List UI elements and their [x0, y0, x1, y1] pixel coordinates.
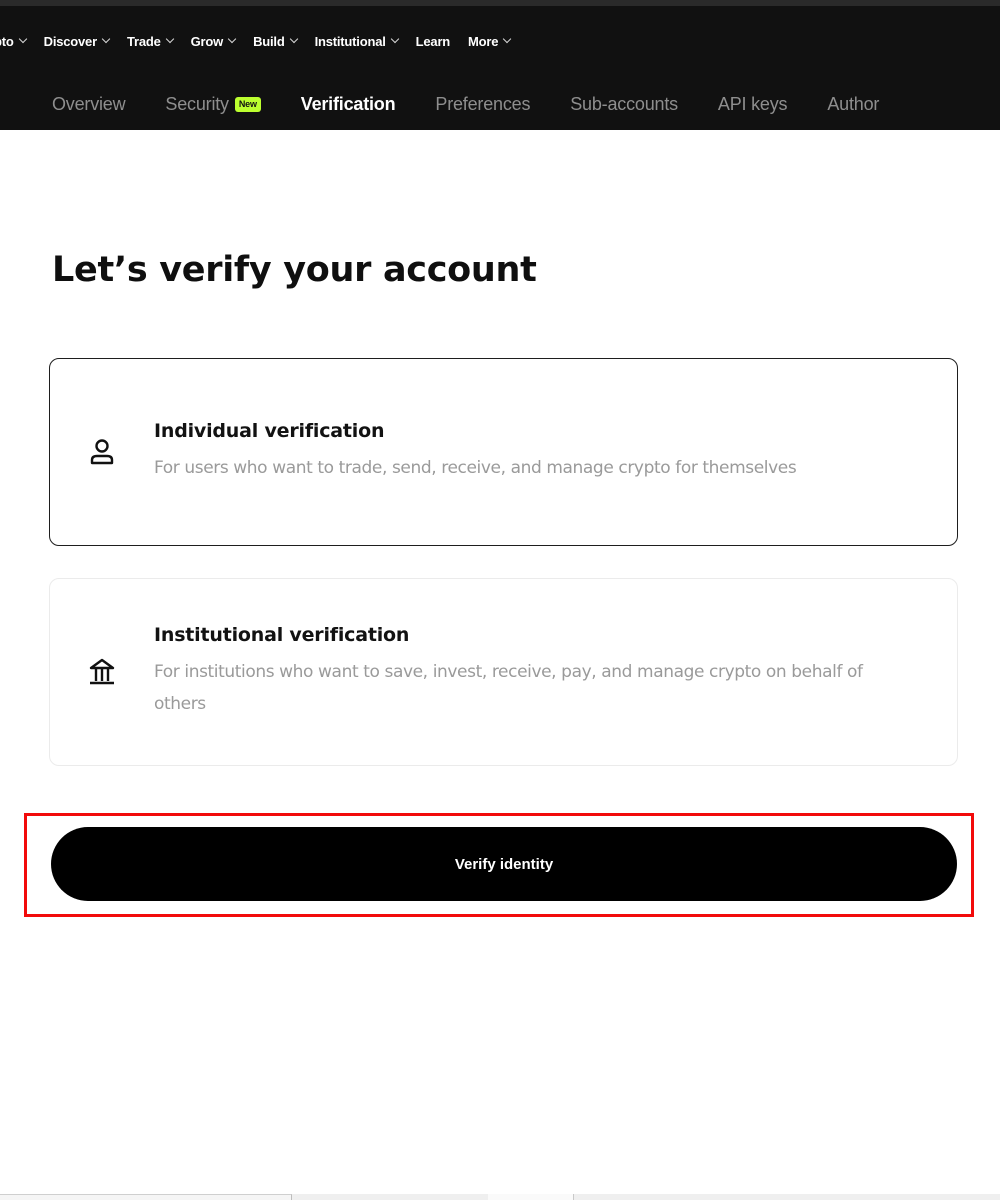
top-bar: pto Discover Trade Grow Build Institutio…	[0, 0, 1000, 130]
nav-item-grow[interactable]: Grow	[190, 33, 237, 49]
nav-item-label: Grow	[190, 33, 224, 49]
institutional-verification-option[interactable]: Institutional verification For instituti…	[49, 578, 958, 766]
tab-authorizations[interactable]: Author	[827, 94, 879, 115]
nav-item-trade[interactable]: Trade	[126, 33, 174, 49]
horizontal-scrollbar[interactable]	[0, 1194, 1000, 1200]
tab-verification[interactable]: Verification	[301, 94, 396, 115]
chevron-down-icon	[503, 34, 512, 44]
nav-item-build[interactable]: Build	[253, 33, 298, 49]
chevron-down-icon	[390, 34, 399, 44]
verify-identity-button[interactable]: Verify identity	[51, 827, 957, 901]
tab-sub-accounts[interactable]: Sub-accounts	[570, 94, 678, 115]
nav-item-learn[interactable]: Learn	[415, 33, 451, 49]
main-nav: pto Discover Trade Grow Build Institutio…	[0, 26, 528, 56]
tab-label: Security	[165, 93, 229, 114]
option-title: Individual verification	[154, 420, 385, 442]
new-badge: New	[234, 96, 261, 112]
person-icon	[86, 436, 118, 468]
scrollbar-thumb[interactable]	[488, 1194, 574, 1200]
nav-item-label: Trade	[126, 33, 161, 49]
option-description: For institutions who want to save, inves…	[154, 662, 863, 714]
option-description: For users who want to trade, send, recei…	[154, 458, 797, 478]
nav-item-discover[interactable]: Discover	[43, 33, 111, 49]
nav-item-label: Institutional	[314, 33, 386, 49]
nav-item-label: More	[468, 33, 499, 49]
bank-building-icon	[86, 656, 118, 688]
scrollbar-segment	[0, 1194, 292, 1200]
nav-item-crypto[interactable]: pto	[0, 33, 27, 49]
tab-security[interactable]: Security New	[165, 93, 261, 115]
nav-item-label: Build	[253, 33, 285, 49]
chevron-down-icon	[289, 34, 298, 44]
chevron-down-icon	[18, 34, 27, 44]
nav-item-more[interactable]: More	[468, 33, 512, 49]
account-tabs: Overview Security New Verification Prefe…	[52, 86, 919, 122]
page-title: Let’s verify your account	[52, 250, 537, 290]
option-title: Institutional verification	[154, 624, 410, 646]
nav-item-institutional[interactable]: Institutional	[314, 33, 399, 49]
tab-overview[interactable]: Overview	[52, 94, 126, 115]
nav-item-label: Learn	[415, 33, 451, 49]
nav-item-label: pto	[0, 33, 14, 49]
individual-verification-option[interactable]: Individual verification For users who wa…	[49, 358, 958, 546]
tab-api-keys[interactable]: API keys	[718, 94, 788, 115]
chevron-down-icon	[101, 34, 111, 44]
chevron-down-icon	[227, 34, 237, 44]
nav-item-label: Discover	[43, 33, 98, 49]
chevron-down-icon	[165, 34, 174, 44]
tab-preferences[interactable]: Preferences	[435, 94, 530, 115]
